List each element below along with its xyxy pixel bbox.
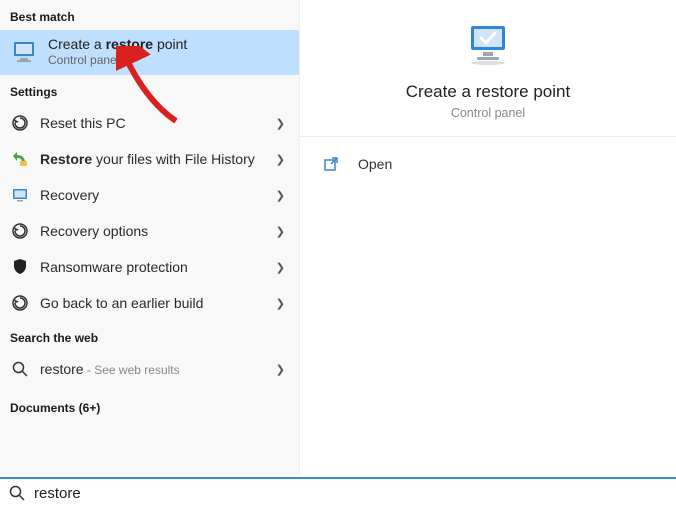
section-header-settings: Settings xyxy=(0,75,299,105)
open-label: Open xyxy=(358,156,392,172)
chevron-right-icon: ❯ xyxy=(276,363,289,376)
settings-item-file-history[interactable]: Restore your files with File History ❯ xyxy=(0,141,299,177)
settings-item-label: Reset this PC xyxy=(40,115,276,131)
open-icon xyxy=(322,155,340,173)
open-action[interactable]: Open xyxy=(300,145,676,183)
file-history-icon xyxy=(10,150,30,168)
search-input[interactable] xyxy=(34,485,668,502)
best-match-result[interactable]: Create a restore point Control panel xyxy=(0,30,299,75)
settings-item-label: Ransomware protection xyxy=(40,259,276,275)
settings-item-earlier-build[interactable]: Go back to an earlier build ❯ xyxy=(0,285,299,321)
section-header-documents: Documents (6+) xyxy=(0,387,299,421)
preview-panel: Create a restore point Control panel Ope… xyxy=(300,0,676,475)
search-bar[interactable] xyxy=(0,477,676,507)
preview-header: Create a restore point Control panel xyxy=(300,0,676,137)
search-icon xyxy=(10,360,30,378)
section-header-best-match: Best match xyxy=(0,0,299,30)
preview-actions: Open xyxy=(300,137,676,191)
chevron-right-icon: ❯ xyxy=(276,153,289,166)
system-icon xyxy=(10,38,38,66)
settings-item-recovery[interactable]: Recovery ❯ xyxy=(0,177,299,213)
web-result-item[interactable]: restore - See web results ❯ xyxy=(0,351,299,387)
monitor-check-icon xyxy=(463,24,513,68)
results-panel: Best match Create a restore point Contro… xyxy=(0,0,300,475)
settings-item-reset-pc[interactable]: Reset this PC ❯ xyxy=(0,105,299,141)
settings-item-recovery-options[interactable]: Recovery options ❯ xyxy=(0,213,299,249)
web-result-label: restore - See web results xyxy=(40,361,276,377)
chevron-right-icon: ❯ xyxy=(276,261,289,274)
settings-item-ransomware[interactable]: Ransomware protection ❯ xyxy=(0,249,299,285)
recovery-icon xyxy=(10,186,30,204)
settings-item-label: Recovery xyxy=(40,187,276,203)
shield-icon xyxy=(10,258,30,276)
reset-pc-icon xyxy=(10,114,30,132)
best-match-text: Create a restore point Control panel xyxy=(48,36,187,67)
search-icon xyxy=(8,484,26,502)
chevron-right-icon: ❯ xyxy=(276,189,289,202)
chevron-right-icon: ❯ xyxy=(276,117,289,130)
earlier-build-icon xyxy=(10,294,30,312)
settings-item-label: Restore your files with File History xyxy=(40,151,276,167)
recovery-options-icon xyxy=(10,222,30,240)
preview-subtitle: Control panel xyxy=(451,106,525,120)
preview-title: Create a restore point xyxy=(406,82,570,102)
settings-item-label: Go back to an earlier build xyxy=(40,295,276,311)
chevron-right-icon: ❯ xyxy=(276,225,289,238)
settings-item-label: Recovery options xyxy=(40,223,276,239)
chevron-right-icon: ❯ xyxy=(276,297,289,310)
section-header-search-web: Search the web xyxy=(0,321,299,351)
